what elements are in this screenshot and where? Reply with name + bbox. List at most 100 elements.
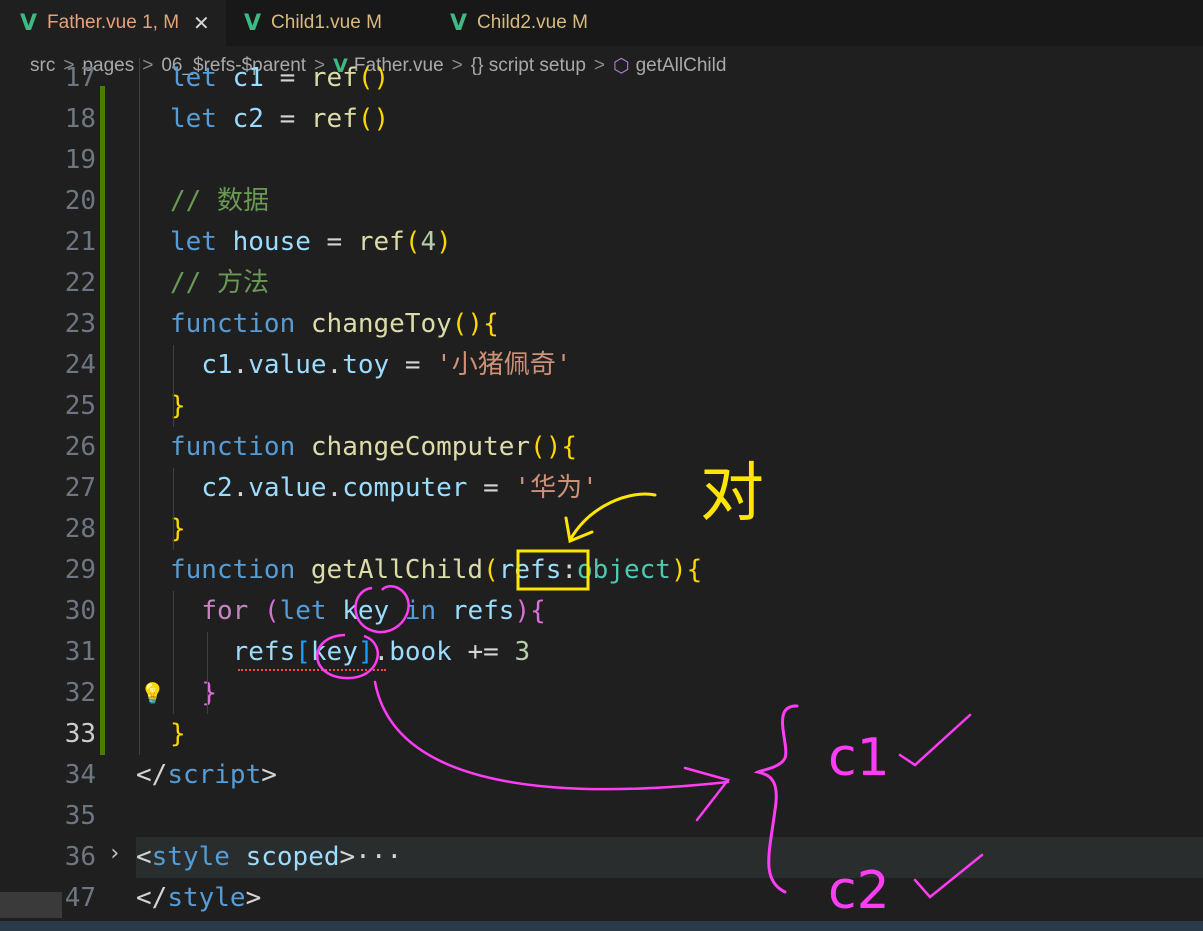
code-text[interactable]: function changeToy(){ [170,304,499,345]
code-token: ( [263,596,280,626]
code-line[interactable]: 29 function getAllChild(refs:object){ [0,550,1203,591]
code-token: refs [498,555,562,585]
code-token: value [248,350,327,380]
code-line[interactable]: 31 refs[key].book += 3 [0,632,1203,673]
line-number: 25 [64,391,96,421]
code-token: c1 [232,63,264,93]
code-line[interactable]: 30 for (let key in refs){ [0,591,1203,632]
code-text[interactable]: let c2 = ref() [170,99,389,140]
git-change-bar [100,86,105,755]
code-token: style [151,842,230,872]
code-line[interactable]: 33} [0,714,1203,755]
code-token: > [245,883,262,913]
line-number: 23 [64,309,96,339]
tab-child1-vue[interactable]: V Child1.vue M [226,0,434,46]
code-text[interactable]: c2.value.computer = '华为' [170,468,598,509]
code-token: } [201,678,217,708]
code-text[interactable]: for (let key in refs){ [170,591,546,632]
code-token: ) [436,227,452,257]
code-text[interactable]: function getAllChild(refs:object){ [170,550,702,591]
code-text[interactable]: </script> [136,755,277,796]
code-token: () [357,63,390,93]
code-token: ref [310,63,358,93]
code-token: '华为' [514,473,598,503]
code-line[interactable]: 27 c2.value.computer = '华为' [0,468,1203,509]
code-token: getAllChild [310,555,484,585]
tab-father-vue[interactable]: V Father.vue 1, M ✕ [0,0,226,46]
code-token: let [170,227,217,257]
code-line[interactable]: 35 [0,796,1203,837]
line-number: 33 [64,719,96,749]
line-number: 20 [64,186,96,216]
code-line[interactable]: 24 c1.value.toy = '小猪佩奇' [0,345,1203,386]
code-line[interactable]: 17 let c1 = ref() [0,58,1203,99]
code-token: } [170,719,186,749]
code-line[interactable]: 47 </style> [0,878,1203,919]
line-number: 18 [64,104,96,134]
code-token: changeComputer [310,432,531,462]
lightbulb-icon[interactable]: 💡 [140,681,165,705]
code-token: key [342,596,390,626]
code-line[interactable]: 25} [0,386,1203,427]
line-number: 36 [64,842,96,872]
code-line[interactable]: 36 <style scoped>··· [0,837,1203,878]
code-line[interactable]: 21 let house = ref(4) [0,222,1203,263]
code-token: c2 [232,104,264,134]
code-line[interactable]: 20 // 数据 [0,181,1203,222]
code-editor[interactable]: 17 let c1 = ref() 18 let c2 = ref() 19 20 // 数… [0,58,1203,931]
code-text[interactable]: // 数据 [170,181,269,222]
indent-guide [173,345,174,427]
code-text[interactable]: <style scoped>··· [136,837,402,878]
indent-guide [173,591,174,714]
code-text[interactable]: </style> [136,878,261,919]
code-token: (){ [530,432,578,462]
code-line[interactable]: 34 </script> [0,755,1203,796]
vue-file-icon: V [20,10,38,36]
code-text[interactable]: function changeComputer(){ [170,427,577,468]
line-number: 34 [64,760,96,790]
code-token: house [232,227,311,257]
code-token: ref [357,227,405,257]
code-token: key [310,637,358,667]
code-token: { [530,596,546,626]
tab-child2-vue[interactable]: V Child2.vue M [434,0,642,46]
code-token: book [389,637,452,667]
line-number: 28 [64,514,96,544]
chevron-right-icon[interactable]: › [108,841,121,866]
close-icon[interactable]: ✕ [193,11,210,36]
indent-guide [173,468,174,550]
code-text[interactable]: let c1 = ref() [170,58,389,99]
code-line[interactable]: 22 // 方法 [0,263,1203,304]
line-number: 27 [64,473,96,503]
code-token: // 数据 [170,186,269,216]
code-line[interactable]: 26 function changeComputer(){ [0,427,1203,468]
code-token: ) [514,596,531,626]
code-token: ( [483,555,499,585]
code-text[interactable]: } [170,714,186,755]
code-line[interactable]: 19 [0,140,1203,181]
code-token: let [279,596,327,626]
vue-file-icon: V [450,10,468,36]
code-token: . [232,473,249,503]
code-text[interactable]: } [170,673,217,714]
code-line[interactable]: 23 function changeToy(){ [0,304,1203,345]
code-token: refs [451,596,515,626]
code-token: ] [357,637,374,667]
code-line[interactable]: 28} [0,509,1203,550]
code-token: 4 [420,227,437,257]
code-line[interactable]: 32 } [0,673,1203,714]
code-text[interactable]: let house = ref(4) [170,222,452,263]
line-number: 17 [64,63,96,93]
code-text[interactable]: c1.value.toy = '小猪佩奇' [170,345,571,386]
error-squiggle [238,666,386,671]
code-text[interactable]: // 方法 [170,263,269,304]
code-line[interactable]: 18 let c2 = ref() [0,99,1203,140]
code-token: < [136,842,152,872]
code-token: // 方法 [170,268,269,298]
